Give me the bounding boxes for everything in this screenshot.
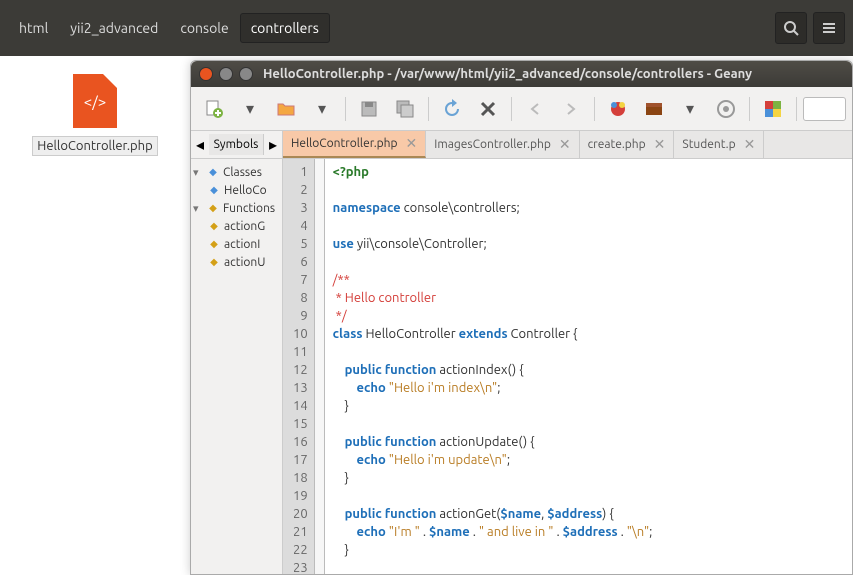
search-button[interactable] bbox=[775, 12, 807, 44]
nav-forward-button[interactable] bbox=[554, 92, 588, 126]
search-input[interactable] bbox=[803, 97, 846, 121]
build-button[interactable] bbox=[637, 92, 671, 126]
geany-window: HelloController.php - /var/www/html/yii2… bbox=[190, 60, 853, 575]
open-dropdown-button[interactable]: ▾ bbox=[305, 92, 339, 126]
window-title: HelloController.php - /var/www/html/yii2… bbox=[263, 67, 752, 81]
side-tab-prev[interactable]: ◂ bbox=[191, 135, 209, 154]
file-manager-toolbar: htmlyii2_advancedconsolecontrollers bbox=[0, 0, 853, 56]
code-editor[interactable]: 123456789101112131415161718192021222324 … bbox=[283, 159, 852, 574]
code-content[interactable]: <?php namespace console\controllers; use… bbox=[325, 159, 852, 574]
color-chooser-button[interactable] bbox=[756, 92, 790, 126]
save-button[interactable] bbox=[352, 92, 386, 126]
new-file-button[interactable] bbox=[197, 92, 231, 126]
save-all-button[interactable] bbox=[388, 92, 422, 126]
tree-functions[interactable]: ▾◆Functions bbox=[193, 199, 280, 217]
document-tab[interactable]: HelloController.php✕ bbox=[283, 131, 426, 158]
open-file-button[interactable] bbox=[269, 92, 303, 126]
menu-button[interactable] bbox=[813, 12, 845, 44]
breadcrumb: htmlyii2_advancedconsolecontrollers bbox=[8, 13, 775, 43]
tree-class-item[interactable]: ◆HelloCo bbox=[193, 181, 280, 199]
symbols-sidebar: ◂ Symbols ▸ ▾◆Classes ◆HelloCo ▾◆Functio… bbox=[191, 131, 283, 574]
breadcrumb-item[interactable]: html bbox=[8, 13, 59, 43]
tab-close-icon[interactable]: ✕ bbox=[559, 136, 571, 153]
breadcrumb-item[interactable]: yii2_advanced bbox=[59, 13, 169, 43]
document-tab[interactable]: ImagesController.php✕ bbox=[426, 131, 579, 158]
symbols-tab[interactable]: Symbols bbox=[209, 134, 264, 155]
nav-back-button[interactable] bbox=[518, 92, 552, 126]
compile-button[interactable] bbox=[601, 92, 635, 126]
document-tabs: HelloController.php✕ImagesController.php… bbox=[283, 131, 852, 159]
side-tab-next[interactable]: ▸ bbox=[264, 135, 282, 154]
titlebar[interactable]: HelloController.php - /var/www/html/yii2… bbox=[191, 61, 852, 87]
file-browser-pane: </> HelloController.php bbox=[0, 56, 190, 256]
tree-classes[interactable]: ▾◆Classes bbox=[193, 163, 280, 181]
symbols-tree: ▾◆Classes ◆HelloCo ▾◆Functions ◆actionG … bbox=[191, 159, 282, 275]
execute-button[interactable] bbox=[709, 92, 743, 126]
document-tab[interactable]: create.php✕ bbox=[580, 131, 675, 158]
tab-close-icon[interactable]: ✕ bbox=[744, 136, 756, 153]
php-file-icon[interactable]: </> bbox=[73, 74, 117, 128]
window-maximize-button[interactable] bbox=[239, 67, 253, 81]
fold-margin[interactable] bbox=[315, 159, 325, 574]
tab-close-icon[interactable]: ✕ bbox=[654, 136, 666, 153]
new-dropdown-button[interactable]: ▾ bbox=[233, 92, 267, 126]
document-tab[interactable]: Student.p✕ bbox=[674, 131, 764, 158]
build-dropdown-button[interactable]: ▾ bbox=[673, 92, 707, 126]
breadcrumb-item[interactable]: console bbox=[169, 13, 239, 43]
close-file-button[interactable] bbox=[471, 92, 505, 126]
tab-close-icon[interactable]: ✕ bbox=[406, 135, 418, 152]
breadcrumb-item[interactable]: controllers bbox=[240, 13, 330, 43]
line-numbers: 123456789101112131415161718192021222324 bbox=[283, 159, 315, 574]
window-minimize-button[interactable] bbox=[219, 67, 233, 81]
file-name-label[interactable]: HelloController.php bbox=[32, 136, 157, 156]
toolbar: ▾ ▾ ▾ bbox=[191, 87, 852, 131]
tree-function-item[interactable]: ◆actionI bbox=[193, 235, 280, 253]
tree-function-item[interactable]: ◆actionU bbox=[193, 253, 280, 271]
tree-function-item[interactable]: ◆actionG bbox=[193, 217, 280, 235]
window-close-button[interactable] bbox=[199, 67, 213, 81]
reload-button[interactable] bbox=[435, 92, 469, 126]
